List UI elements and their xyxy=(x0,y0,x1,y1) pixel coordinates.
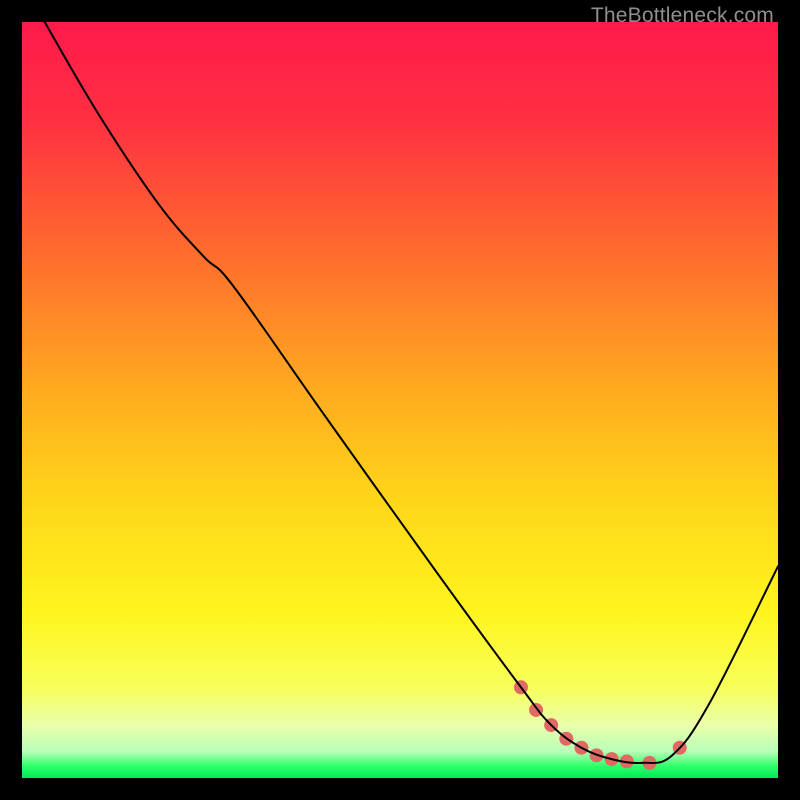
watermark-text: TheBottleneck.com xyxy=(591,4,774,28)
gradient-background xyxy=(22,22,778,778)
chart-frame xyxy=(22,22,778,778)
bottleneck-chart xyxy=(22,22,778,778)
